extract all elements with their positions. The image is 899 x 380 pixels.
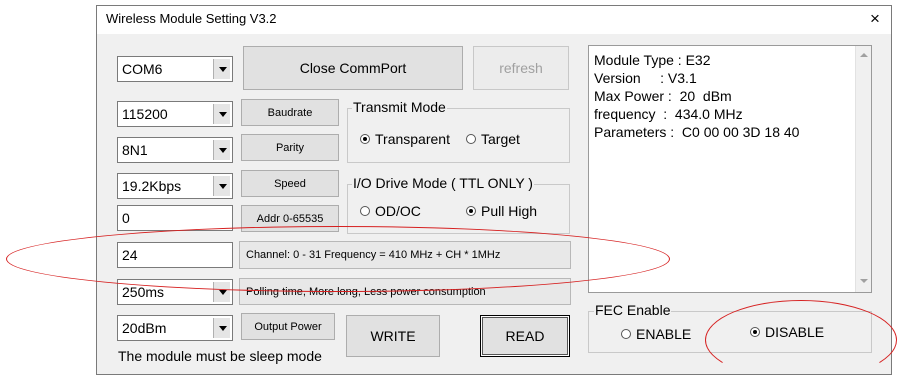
output-power-select[interactable]: 20dBm [117,315,233,341]
port-select[interactable]: COM6 [117,56,233,82]
radio-selected-icon [750,327,760,337]
polling-select[interactable]: 250ms [117,279,233,305]
parity-value: 8N1 [122,142,148,158]
address-value: 0 [122,210,130,226]
output-power-button[interactable]: Output Power [241,313,335,340]
transparent-radio[interactable]: Transparent [360,131,450,147]
output-power-value: 20dBm [122,320,167,336]
channel-input[interactable]: 24 [117,242,233,268]
polling-value: 250ms [122,284,165,300]
info-scrollbar[interactable] [855,46,871,292]
address-input[interactable]: 0 [117,205,233,231]
pull-high-radio[interactable]: Pull High [466,203,537,219]
module-type-line: Module Type : E32 [594,52,711,68]
scroll-down-icon[interactable] [856,276,872,288]
radio-selected-icon [466,206,476,216]
address-button[interactable]: Addr 0-65535 [241,205,339,232]
transmit-mode-title: Transmit Mode [352,99,447,115]
write-button[interactable]: WRITE [346,315,440,357]
scroll-up-icon[interactable] [856,50,872,62]
odoc-radio[interactable]: OD/OC [360,203,421,219]
refresh-button[interactable]: refresh [473,46,569,90]
channel-info-label: Channel: 0 - 31 Frequency = 410 MHz + CH… [239,241,571,269]
radio-selected-icon [360,134,370,144]
radio-unselected-icon [621,329,631,339]
close-commport-button[interactable]: Close CommPort [243,46,463,90]
speed-button[interactable]: Speed [241,170,339,197]
window-title: Wireless Module Setting V3.2 [106,11,277,26]
chevron-down-icon[interactable] [213,59,230,79]
polling-info-label: Polling time, More long, Less power cons… [239,278,571,305]
radio-unselected-icon [360,206,370,216]
fec-disable-radio[interactable]: DISABLE [750,324,824,340]
chevron-down-icon[interactable] [213,282,230,302]
pull-high-label: Pull High [481,203,538,219]
chevron-down-icon[interactable] [213,104,230,124]
target-radio[interactable]: Target [466,131,520,147]
max-power-line: Max Power : 20 dBm [594,88,732,104]
baudrate-select[interactable]: 115200 [117,101,233,127]
fec-enable-label: ENABLE [636,326,692,342]
baudrate-button[interactable]: Baudrate [241,99,339,126]
transparent-label: Transparent [375,131,450,147]
frequency-line: frequency : 434.0 MHz [594,106,743,122]
io-drive-mode-title: I/O Drive Mode ( TTL ONLY ) [352,175,534,191]
port-value: COM6 [122,61,163,77]
odoc-label: OD/OC [375,203,421,219]
parameters-line: Parameters : C0 00 00 3D 18 40 [594,124,800,140]
speed-value: 19.2Kbps [122,178,182,194]
chevron-down-icon[interactable] [213,140,230,160]
target-label: Target [481,131,520,147]
parity-select[interactable]: 8N1 [117,137,233,163]
speed-select[interactable]: 19.2Kbps [117,173,233,199]
radio-unselected-icon [466,134,476,144]
parity-button[interactable]: Parity [241,134,339,161]
fec-disable-label: DISABLE [765,324,825,340]
module-info-textbox[interactable]: Module Type : E32 Version : V3.1 Max Pow… [588,45,872,293]
chevron-down-icon[interactable] [213,318,230,338]
read-button[interactable]: READ [480,315,570,357]
sleep-mode-note: The module must be sleep mode [118,348,322,364]
close-icon[interactable]: × [865,9,885,29]
chevron-down-icon[interactable] [213,176,230,196]
channel-value: 24 [122,247,138,263]
fec-enable-radio[interactable]: ENABLE [621,326,691,342]
fec-enable-title: FEC Enable [594,302,672,318]
baudrate-value: 115200 [122,106,168,122]
version-line: Version : V3.1 [594,70,697,86]
